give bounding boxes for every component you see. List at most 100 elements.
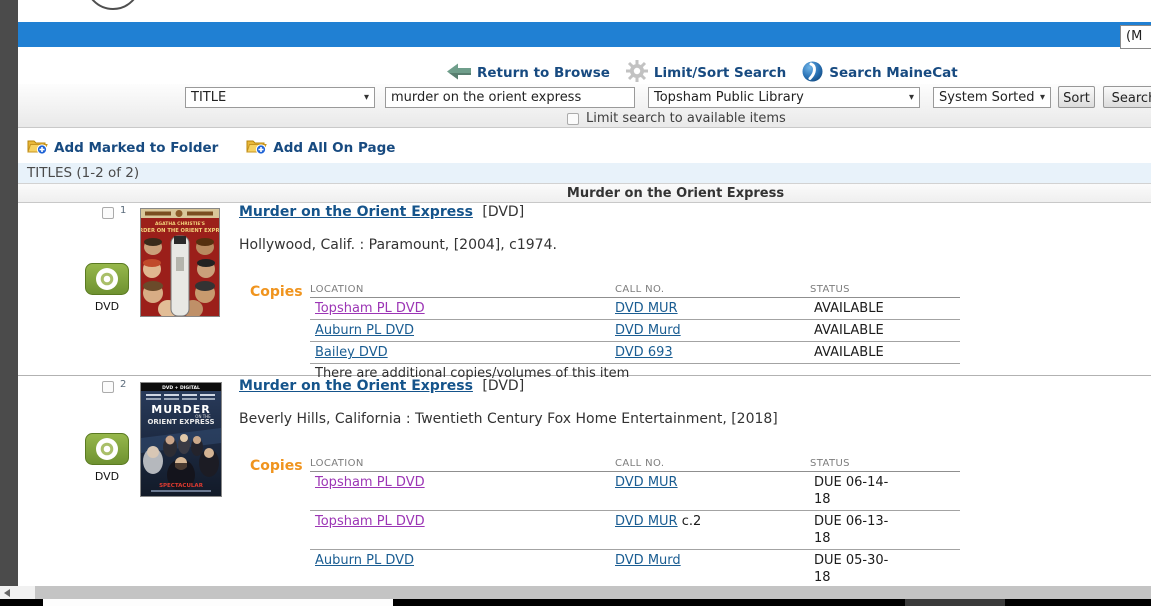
copy-row: Auburn PL DVD DVD Murd AVAILABLE — [310, 320, 960, 342]
record-2-number: 2 — [120, 379, 126, 390]
copy-row: Auburn PL DVD DVD Murd DUE 05-30-18 — [310, 550, 960, 589]
search-query-input[interactable] — [385, 87, 635, 108]
record-2-cover-image[interactable]: DVD + DIGITAL MURDER ON THE ORIENT EXPRE… — [140, 382, 222, 497]
status-header: STATUS — [810, 281, 900, 297]
location-link[interactable]: Auburn PL DVD — [315, 553, 414, 568]
cover-1-title: MURDER ON THE ORIENT EXPRESS — [141, 228, 219, 234]
search-button[interactable]: Search — [1103, 86, 1151, 108]
record-1-checkbox[interactable] — [102, 207, 114, 219]
record-1-title-line: Murder on the Orient Express [DVD] — [239, 204, 524, 220]
header-search-box[interactable]: (M — [1120, 25, 1151, 49]
add-all-on-page-button[interactable]: Add All On Page — [246, 138, 395, 159]
location-link[interactable]: Bailey DVD — [315, 345, 388, 360]
copy-status: DUE 05-30-18 — [810, 550, 900, 588]
record-2-publication: Beverly Hills, California : Twentieth Ce… — [239, 411, 778, 427]
index-select-value: TITLE — [191, 90, 226, 105]
dvd-disc-icon — [85, 450, 129, 469]
limit-sort-label: Limit/Sort Search — [654, 65, 786, 81]
return-to-browse-link[interactable]: Return to Browse — [447, 63, 610, 84]
taskbar-edge-light — [43, 599, 393, 606]
location-link[interactable]: Topsham PL DVD — [315, 475, 425, 490]
limit-sort-link[interactable]: Limit/Sort Search — [626, 60, 786, 86]
browser-side-strip — [0, 0, 18, 598]
cover-1-byline: AGATHA CHRISTIE'S — [155, 221, 205, 227]
sort-select[interactable]: System Sorted ▾ — [933, 87, 1051, 108]
call-no-link[interactable]: DVD MUR — [615, 475, 678, 490]
sort-select-value: System Sorted — [939, 90, 1035, 105]
cover-2-banner: DVD + DIGITAL — [162, 385, 200, 391]
record-1-copies-label: Copies — [250, 284, 303, 300]
copy-row: Topsham PL DVD DVD MUR c.2 DUE 06-13-18 — [310, 511, 960, 550]
copy-row: Topsham PL DVD DVD MUR AVAILABLE — [310, 298, 960, 320]
call-no-header: CALL NO. — [615, 455, 810, 471]
sort-button[interactable]: Sort — [1058, 86, 1095, 108]
result-record-1: 1 AGATHA CHRISTIE'S MURDER ON THE ORIENT… — [18, 203, 1151, 376]
cover-2-title-3: ORIENT EXPRESS — [147, 418, 214, 426]
scope-select-value: Topsham Public Library — [654, 90, 804, 105]
record-1-number: 1 — [120, 205, 126, 216]
record-1-copies-table: LOCATION CALL NO. STATUS Topsham PL DVD … — [310, 281, 960, 381]
location-link[interactable]: Topsham PL DVD — [315, 301, 425, 316]
dvd-disc-icon — [85, 280, 129, 299]
location-header: LOCATION — [310, 281, 615, 297]
return-to-browse-label: Return to Browse — [477, 65, 610, 81]
location-link[interactable]: Topsham PL DVD — [315, 514, 425, 529]
result-record-2: 2 DVD + DIGITAL MURDER ON THE ORIENT EXP… — [18, 377, 1151, 603]
horizontal-scrollbar[interactable] — [0, 586, 1151, 599]
record-2-copies-table: LOCATION CALL NO. STATUS Topsham PL DVD … — [310, 455, 960, 606]
copy-status: DUE 06-13-18 — [810, 511, 900, 549]
search-mainecat-link[interactable]: Search MaineCat — [802, 61, 957, 86]
folder-actions-row: Add Marked to Folder Add All On Page — [18, 133, 395, 163]
record-1-publication: Hollywood, Calif. : Paramount, [2004], c… — [239, 237, 557, 253]
index-select[interactable]: TITLE ▾ — [185, 87, 375, 108]
call-no-link[interactable]: DVD MUR — [615, 301, 678, 316]
scroll-left-arrow-icon[interactable] — [4, 589, 10, 597]
limit-available-checkbox[interactable] — [567, 113, 579, 125]
record-1-cover-image[interactable]: AGATHA CHRISTIE'S MURDER ON THE ORIENT E… — [140, 208, 220, 317]
scope-select[interactable]: Topsham Public Library ▾ — [648, 87, 920, 108]
record-2-media-label: DVD — [84, 470, 130, 483]
call-no-link[interactable]: DVD Murd — [615, 323, 681, 338]
folder-plus-icon — [246, 138, 267, 159]
back-arrow-icon — [447, 63, 471, 84]
titles-count-bar: TITLES (1-2 of 2) — [18, 163, 1151, 183]
scrollbar-thumb[interactable] — [35, 586, 1151, 599]
folder-plus-icon — [27, 138, 48, 159]
location-header: LOCATION — [310, 455, 615, 471]
copy-status: AVAILABLE — [810, 320, 900, 341]
copy-row: Bailey DVD DVD 693 AVAILABLE — [310, 342, 960, 364]
add-marked-label: Add Marked to Folder — [54, 140, 218, 156]
add-marked-to-folder-button[interactable]: Add Marked to Folder — [27, 138, 218, 159]
location-link[interactable]: Auburn PL DVD — [315, 323, 414, 338]
taskbar-edge-gray — [905, 599, 1005, 606]
copy-status: AVAILABLE — [810, 298, 900, 319]
add-all-label: Add All On Page — [273, 140, 395, 156]
record-2-title-line: Murder on the Orient Express [DVD] — [239, 378, 524, 394]
cover-2-tagline: SPECTACULAR — [159, 483, 204, 489]
call-suffix: c.2 — [678, 514, 702, 529]
dropdown-arrow-icon: ▾ — [1040, 92, 1050, 103]
nav-row: Return to Browse Limit/Sort Search — [447, 60, 958, 86]
browse-title-bar: Murder on the Orient Express — [18, 183, 1151, 203]
record-1-media: DVD — [84, 263, 130, 313]
header-blue-bar — [18, 22, 1151, 47]
mainecat-globe-icon — [802, 61, 823, 86]
dropdown-arrow-icon: ▾ — [909, 92, 919, 103]
taskbar-edge — [0, 599, 1151, 606]
copies-header-row: LOCATION CALL NO. STATUS — [310, 455, 960, 472]
limit-available-label: Limit search to available items — [586, 111, 786, 126]
record-1-format: [DVD] — [482, 204, 524, 220]
dropdown-arrow-icon: ▾ — [364, 92, 374, 103]
status-header: STATUS — [810, 455, 900, 471]
call-no-link[interactable]: DVD 693 — [615, 345, 673, 360]
record-2-checkbox[interactable] — [102, 381, 114, 393]
record-2-media: DVD — [84, 433, 130, 483]
record-1-title-link[interactable]: Murder on the Orient Express — [239, 204, 473, 220]
call-no-link[interactable]: DVD MUR — [615, 514, 678, 529]
call-no-link[interactable]: DVD Murd — [615, 553, 681, 568]
limit-available-row: Limit search to available items — [567, 111, 786, 126]
record-2-title-link[interactable]: Murder on the Orient Express — [239, 378, 473, 394]
catalog-page: (M Return to Browse — [0, 0, 1151, 606]
search-mainecat-label: Search MaineCat — [829, 65, 957, 81]
copies-header-row: LOCATION CALL NO. STATUS — [310, 281, 960, 298]
